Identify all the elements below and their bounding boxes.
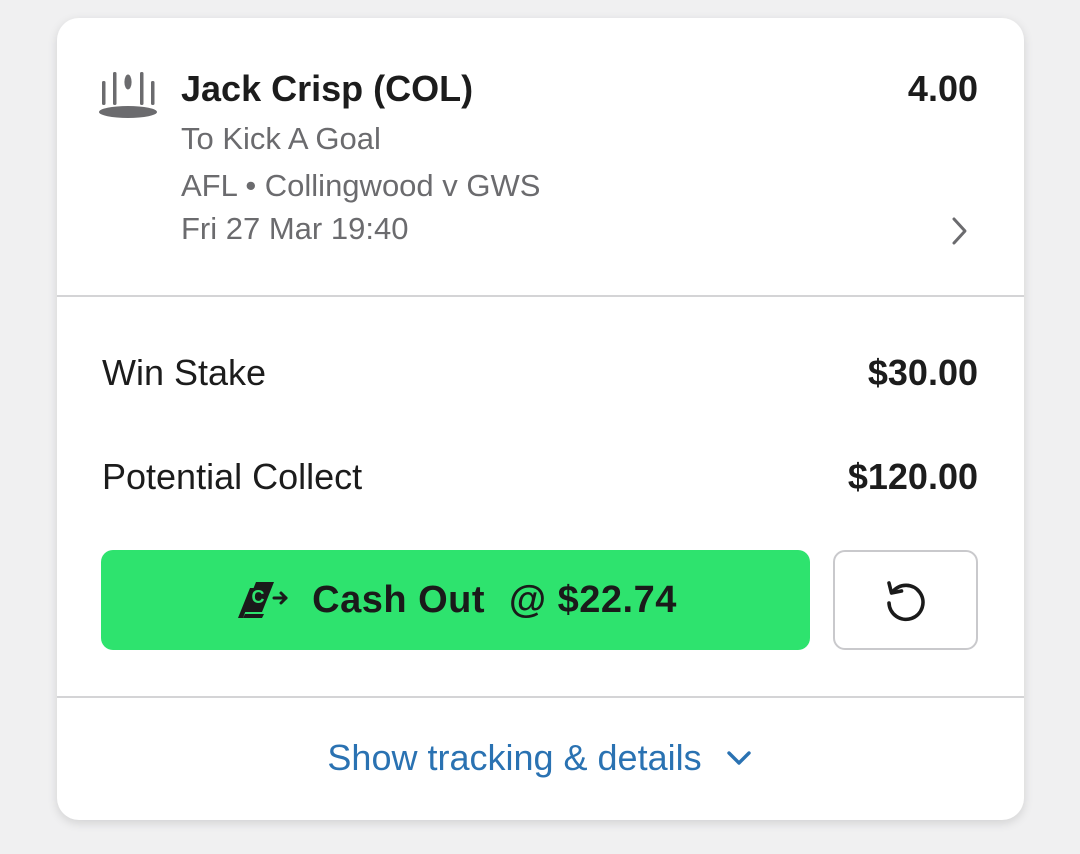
win-stake-label: Win Stake: [102, 352, 267, 393]
win-stake-value: $30.00: [867, 352, 978, 393]
event-name: AFL • Collingwood v GWS: [181, 168, 541, 203]
cash-out-icon: C: [238, 582, 288, 618]
chevron-down-icon: [726, 751, 751, 765]
cash-out-amount: @ $22.74: [509, 578, 677, 621]
bet-header[interactable]: Jack Crisp (COL) 4.00 To Kick A Goal AFL…: [57, 18, 1024, 297]
refresh-icon: [886, 581, 925, 622]
show-tracking-details-link[interactable]: Show tracking & details: [327, 737, 701, 779]
show-details-toggle[interactable]: Show tracking & details: [57, 698, 1024, 818]
bet-summary: Win Stake $30.00 Potential Collect $120.…: [57, 297, 1024, 698]
cash-out-button[interactable]: C Cash Out @ $22.74: [101, 550, 810, 650]
potential-collect-value: $120.00: [847, 456, 978, 497]
cash-out-label: Cash Out: [312, 578, 486, 621]
svg-text:C: C: [252, 587, 265, 607]
bet-card: Jack Crisp (COL) 4.00 To Kick A Goal AFL…: [57, 18, 1024, 820]
market-name: To Kick A Goal: [181, 121, 381, 156]
afl-goalposts-icon: [99, 72, 157, 118]
selection-name: Jack Crisp (COL): [181, 68, 474, 109]
bet-odds: 4.00: [907, 68, 978, 109]
potential-collect-label: Potential Collect: [102, 456, 363, 497]
event-datetime: Fri 27 Mar 19:40: [181, 211, 409, 246]
chevron-right-icon[interactable]: [944, 214, 974, 248]
refresh-button[interactable]: [833, 550, 978, 650]
